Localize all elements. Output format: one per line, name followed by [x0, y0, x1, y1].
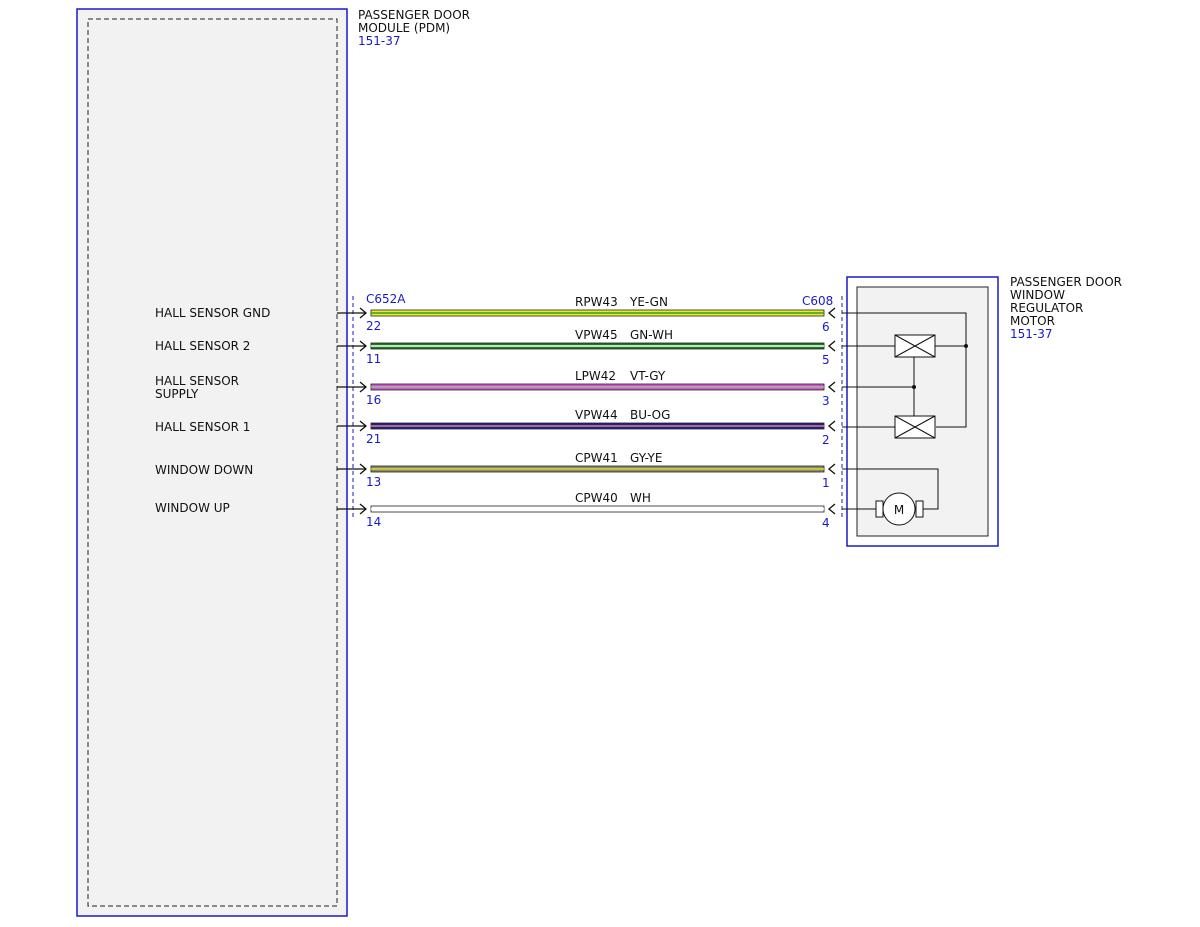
pin-right: 5	[822, 353, 830, 367]
pin-right: 4	[822, 516, 830, 530]
wiring-diagram: PASSENGER DOOR MODULE (PDM) 151-37 C652A…	[76, 8, 1122, 917]
pin-right: 3	[822, 394, 830, 408]
wire-color-code: GY-YE	[630, 451, 662, 465]
motor-symbol-label: M	[894, 503, 904, 517]
pin-left: 14	[366, 515, 381, 529]
motor-component-inner	[856, 286, 989, 537]
pin-right: 1	[822, 476, 830, 490]
pdm-title-line1: PASSENGER DOOR	[358, 8, 470, 22]
signal-label: HALL SENSOR 2	[155, 339, 250, 353]
signal-label: WINDOW DOWN	[155, 463, 253, 477]
circuit-id: RPW43	[575, 295, 618, 309]
wire-color-code: BU-OG	[630, 408, 670, 422]
wire-color-code: YE-GN	[629, 295, 668, 309]
pin-left: 11	[366, 352, 381, 366]
signal-label: HALL SENSOR	[155, 374, 239, 388]
motor-title-line2: WINDOW	[1010, 288, 1065, 302]
wire-color-code: WH	[630, 491, 651, 505]
pin-right: 6	[822, 320, 830, 334]
circuit-id: VPW44	[575, 408, 618, 422]
connector-right-label: C608	[802, 294, 833, 308]
signal-label: HALL SENSOR GND	[155, 306, 270, 320]
pin-right: 2	[822, 433, 830, 447]
circuit-id: VPW45	[575, 328, 618, 342]
motor-ref: 151-37	[1010, 327, 1053, 341]
connector-right-terminal-icon	[827, 503, 836, 515]
signal-label: WINDOW UP	[155, 501, 230, 515]
motor-title-line1: PASSENGER DOOR	[1010, 275, 1122, 289]
hall-sensor-1-icon	[894, 415, 936, 439]
circuit-id: LPW42	[575, 369, 616, 383]
connector-right-terminal-icon	[827, 463, 836, 475]
pdm-title-line2: MODULE (PDM)	[358, 21, 450, 35]
pdm-ref: 151-37	[358, 34, 401, 48]
pin-left: 21	[366, 432, 381, 446]
wire-color-code: GN-WH	[630, 328, 673, 342]
circuit-id: CPW41	[575, 451, 618, 465]
junction-dot-gnd	[964, 344, 968, 348]
hall-sensor-2-icon	[894, 334, 936, 358]
pin-left: 13	[366, 475, 381, 489]
connector-right-terminal-icon	[827, 381, 836, 393]
connector-right-terminal-icon	[827, 340, 836, 352]
motor-title-line4: MOTOR	[1010, 314, 1055, 328]
connector-left-label: C652A	[366, 292, 406, 306]
connector-right-terminal-icon	[827, 307, 836, 319]
circuit-id: CPW40	[575, 491, 618, 505]
wire-color-code: VT-GY	[630, 369, 666, 383]
pin-left: 16	[366, 393, 381, 407]
signal-label: HALL SENSOR 1	[155, 420, 250, 434]
junction-dot-supply	[912, 385, 916, 389]
signal-label-line2: SUPPLY	[155, 387, 199, 401]
pin-left: 22	[366, 319, 381, 333]
motor-title-line3: REGULATOR	[1010, 301, 1083, 315]
connector-right-terminal-icon	[827, 420, 836, 432]
